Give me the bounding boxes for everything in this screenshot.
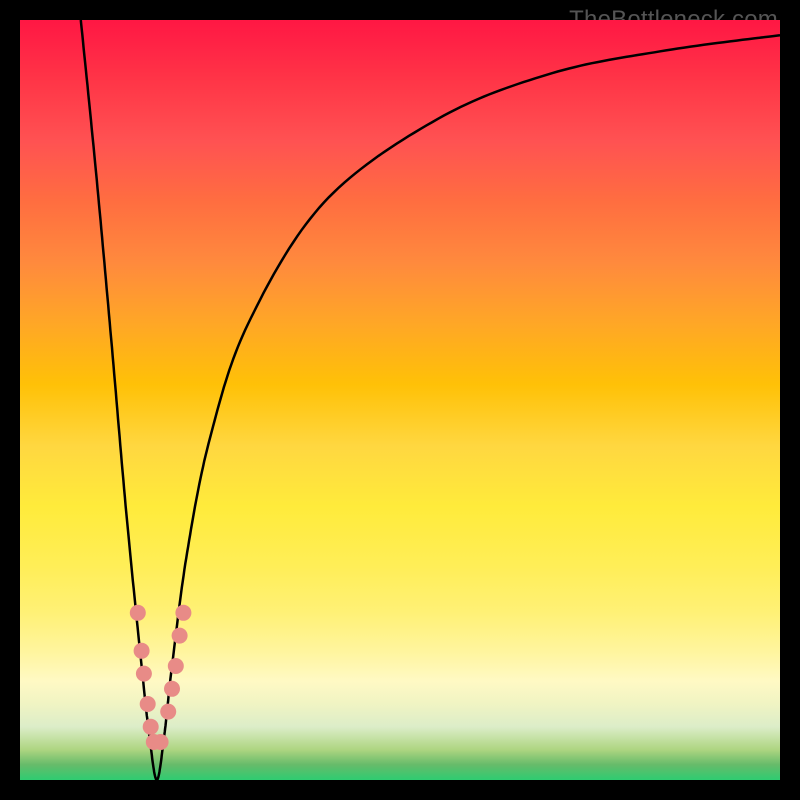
curve-svg xyxy=(20,20,780,780)
data-markers xyxy=(130,605,192,750)
plot-area xyxy=(20,20,780,780)
marker-dot xyxy=(134,643,150,659)
marker-dot xyxy=(143,719,159,735)
marker-dot xyxy=(164,681,180,697)
marker-dot xyxy=(160,704,176,720)
marker-dot xyxy=(130,605,146,621)
chart-container: TheBottleneck.com xyxy=(0,0,800,800)
marker-dot xyxy=(146,734,162,750)
marker-dot xyxy=(168,658,184,674)
marker-dot xyxy=(153,734,169,750)
bottleneck-curve xyxy=(81,20,780,780)
marker-dot xyxy=(136,666,152,682)
marker-dot xyxy=(175,605,191,621)
marker-dot xyxy=(172,628,188,644)
marker-dot xyxy=(140,696,156,712)
